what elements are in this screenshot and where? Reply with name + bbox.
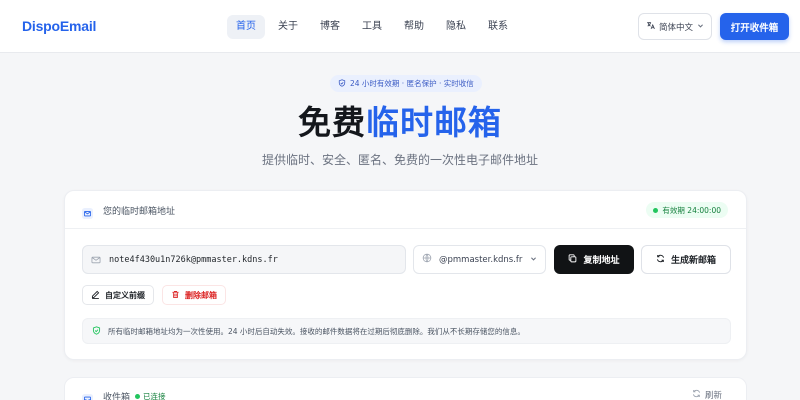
nav-home[interactable]: 首页 <box>227 15 265 39</box>
top-bar: DispoEmail 首页 关于 博客 工具 帮助 隐私 联系 简体中文 打开收… <box>0 0 800 53</box>
refresh-icon <box>656 254 665 266</box>
privacy-notice: 所有临时邮箱地址均为一次性使用。24 小时后自动失效。接收的邮件数据将在过期后彻… <box>82 318 731 344</box>
validity-badge: 有效期 24:00:00 <box>646 202 728 218</box>
hero-badge-text: 24 小时有效期 · 匿名保护 · 实时收信 <box>350 79 474 88</box>
open-inbox-button[interactable]: 打开收件箱 <box>720 13 789 40</box>
translate-icon <box>646 21 655 33</box>
refresh-inbox-label: 刷新 <box>704 391 722 400</box>
pencil-icon <box>91 290 100 301</box>
custom-prefix-label: 自定义前缀 <box>105 290 145 300</box>
refresh-icon <box>692 389 701 400</box>
chevron-down-icon <box>530 255 537 265</box>
status-dot-icon <box>653 207 659 213</box>
nav-contact[interactable]: 联系 <box>479 15 517 39</box>
validity-text: 有效期 24:00:00 <box>662 205 721 215</box>
globe-icon <box>422 253 432 266</box>
trash-icon <box>171 290 180 301</box>
chevron-down-icon <box>697 22 704 32</box>
address-card-header: 您的临时邮箱地址 有效期 24:00:00 <box>65 191 746 229</box>
connection-status-text: 已连接 <box>143 392 166 400</box>
status-dot-icon <box>135 394 140 399</box>
generate-email-button[interactable]: 生成新邮箱 <box>641 245 731 274</box>
address-card-title: 您的临时邮箱地址 <box>103 207 176 217</box>
domain-value: @pmmaster.kdns.fr <box>439 254 523 265</box>
language-label: 简体中文 <box>658 22 693 33</box>
shield-check-icon <box>92 325 101 337</box>
nav-help[interactable]: 帮助 <box>395 15 433 39</box>
language-selector[interactable]: 简体中文 <box>638 13 712 40</box>
email-address-input[interactable] <box>109 254 389 265</box>
refresh-inbox-button[interactable]: 刷新 <box>692 389 722 400</box>
copy-address-label: 复制地址 <box>583 256 620 266</box>
title-prefix: 免费 <box>298 103 366 142</box>
page-title: 免费临时邮箱 <box>0 103 800 143</box>
nav-blog[interactable]: 博客 <box>311 15 349 39</box>
shield-icon <box>338 78 346 89</box>
title-accent: 临时邮箱 <box>366 103 502 142</box>
mail-outline-icon <box>91 250 101 269</box>
main-nav: 首页 关于 博客 工具 帮助 隐私 联系 <box>227 15 517 39</box>
delete-email-button[interactable]: 删除邮箱 <box>162 285 226 305</box>
inbox-title: 收件箱 <box>103 393 131 400</box>
email-address-field[interactable] <box>82 245 406 274</box>
hero-badge: 24 小时有效期 · 匿名保护 · 实时收信 <box>330 75 482 92</box>
privacy-notice-text: 所有临时邮箱地址均为一次性使用。24 小时后自动失效。接收的邮件数据将在过期后彻… <box>108 326 525 336</box>
address-card: 您的临时邮箱地址 有效期 24:00:00 @pmmaster.kdns.fr … <box>64 190 747 360</box>
copy-icon <box>568 253 577 266</box>
inbox-card: 收件箱 已连接 刷新 <box>64 377 747 400</box>
inbox-icon <box>82 390 93 400</box>
page-subtitle: 提供临时、安全、匿名、免费的一次性电子邮件地址 <box>261 153 538 167</box>
delete-email-label: 删除邮箱 <box>185 290 217 300</box>
nav-about[interactable]: 关于 <box>269 15 307 39</box>
copy-address-button[interactable]: 复制地址 <box>554 245 634 274</box>
domain-select[interactable]: @pmmaster.kdns.fr <box>413 245 546 274</box>
custom-prefix-button[interactable]: 自定义前缀 <box>82 285 154 305</box>
brand-logo[interactable]: DispoEmail <box>22 18 96 34</box>
generate-email-label: 生成新邮箱 <box>670 256 716 266</box>
connection-status: 已连接 <box>135 391 166 400</box>
nav-privacy[interactable]: 隐私 <box>437 15 475 39</box>
mail-icon <box>82 204 93 223</box>
nav-tools[interactable]: 工具 <box>353 15 391 39</box>
